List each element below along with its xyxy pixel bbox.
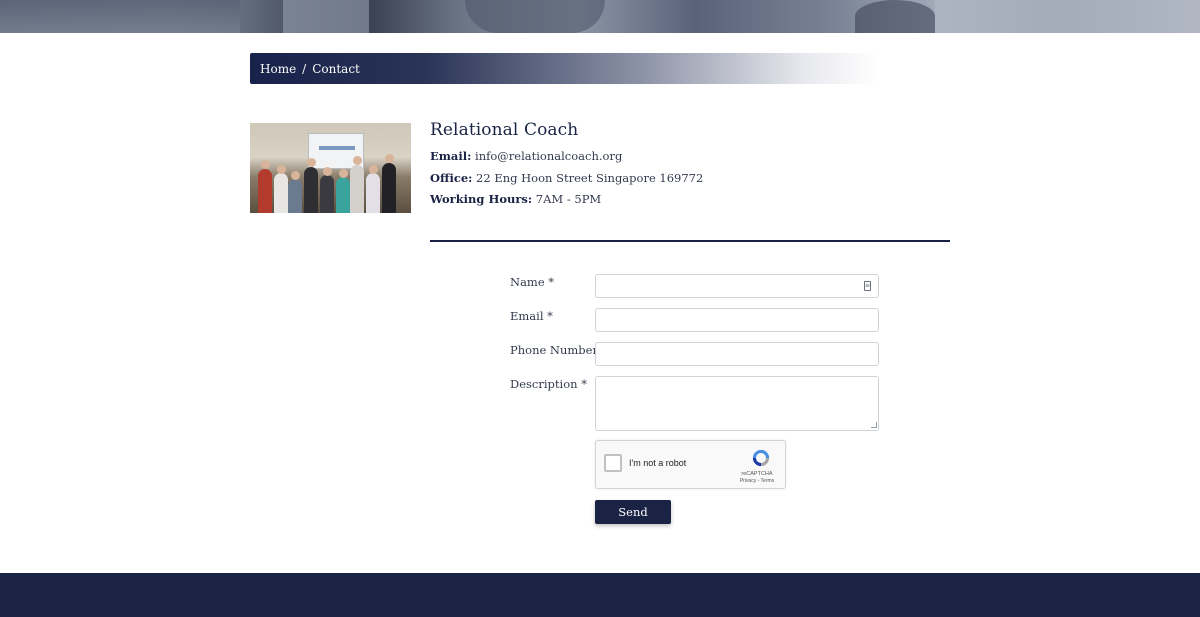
phone-field[interactable] xyxy=(595,342,879,366)
name-label: Name * xyxy=(510,275,555,289)
photo-person xyxy=(336,177,350,213)
contact-info: Relational Coach Email: info@relationalc… xyxy=(430,120,950,211)
office-label: Office: xyxy=(430,170,473,185)
photo-head xyxy=(369,165,378,174)
photo-head xyxy=(291,171,300,180)
name-field[interactable] xyxy=(595,274,879,298)
photo-person xyxy=(366,173,380,213)
photo-head xyxy=(339,169,348,178)
photo-head xyxy=(307,158,316,167)
photo-person xyxy=(382,163,396,213)
photo-person xyxy=(320,175,334,213)
section-divider xyxy=(430,240,950,242)
breadcrumb-current: Contact xyxy=(312,61,360,76)
office-row: Office: 22 Eng Hoon Street Singapore 169… xyxy=(430,168,950,190)
recaptcha-logo-icon xyxy=(752,449,770,467)
photo-person xyxy=(274,173,288,213)
hero-image-segment xyxy=(465,0,605,33)
hero-image-segment xyxy=(0,0,240,33)
photo-head xyxy=(323,167,332,176)
recaptcha-label: I'm not a robot xyxy=(629,458,687,468)
photo-person xyxy=(288,179,302,213)
send-button[interactable]: Send xyxy=(595,500,671,524)
breadcrumb-separator: / xyxy=(302,61,307,76)
hero-image-segment xyxy=(283,0,369,33)
photo-head xyxy=(385,154,394,163)
hours-value: 7AM - 5PM xyxy=(535,192,602,206)
footer xyxy=(0,573,1200,617)
group-photo xyxy=(250,123,411,213)
email-row: Email: info@relationalcoach.org xyxy=(430,146,950,168)
organization-name: Relational Coach xyxy=(430,120,579,140)
phone-label: Phone Number xyxy=(510,343,598,357)
hero-banner xyxy=(0,0,1200,33)
email-form-label: Email * xyxy=(510,309,553,323)
photo-person xyxy=(304,167,318,213)
hero-image-segment xyxy=(935,0,1200,33)
email-field[interactable] xyxy=(595,308,879,332)
breadcrumb-home-link[interactable]: Home xyxy=(260,62,296,76)
email-value: info@relationalcoach.org xyxy=(475,149,623,163)
photo-head xyxy=(277,165,286,174)
hero-image-segment xyxy=(855,0,935,33)
recaptcha-checkbox[interactable] xyxy=(604,454,622,472)
photo-person xyxy=(258,169,272,213)
hours-row: Working Hours: 7AM - 5PM xyxy=(430,189,950,211)
breadcrumb: Home / Contact xyxy=(250,53,880,84)
recaptcha-privacy-terms-link[interactable]: Privacy - Terms xyxy=(737,478,777,484)
email-label: Email: xyxy=(430,149,472,163)
office-value: 22 Eng Hoon Street Singapore 169772 xyxy=(476,170,704,185)
description-field[interactable] xyxy=(595,376,879,431)
photo-head xyxy=(261,160,270,169)
photo-head xyxy=(353,156,362,165)
hours-label: Working Hours: xyxy=(430,192,533,206)
recaptcha-widget: I'm not a robot reCAPTCHA Privacy - Term… xyxy=(595,440,786,489)
resize-handle-icon[interactable] xyxy=(871,422,877,428)
contact-card-icon[interactable]: ≡ xyxy=(864,281,871,291)
description-label: Description * xyxy=(510,377,587,391)
photo-person xyxy=(350,165,364,213)
recaptcha-brand: reCAPTCHA xyxy=(741,471,773,477)
